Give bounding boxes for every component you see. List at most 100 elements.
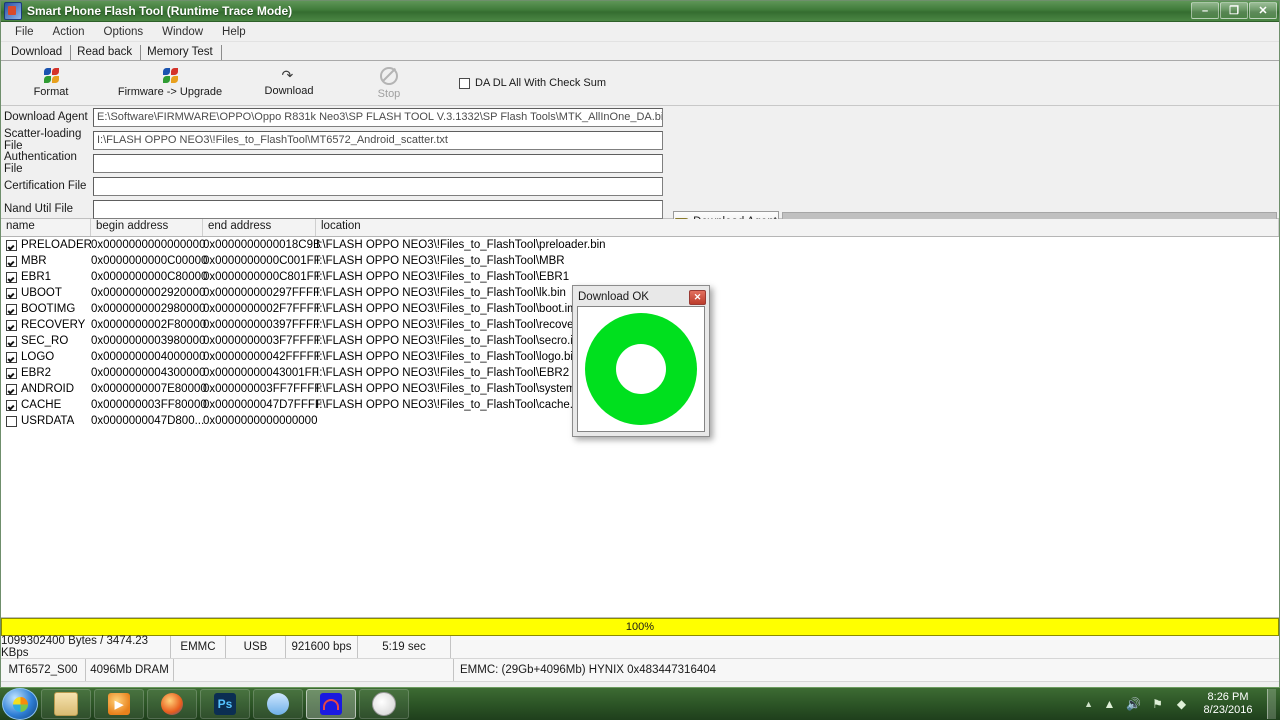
column-header-location[interactable]: location xyxy=(316,219,1279,236)
partition-checkbox[interactable] xyxy=(6,271,17,283)
start-button[interactable] xyxy=(2,688,38,720)
menu-item-file[interactable]: File xyxy=(7,24,42,40)
dialog-title: Download OK xyxy=(578,291,649,303)
stop-button[interactable]: Stop xyxy=(339,63,439,103)
stop-button-label: Stop xyxy=(377,87,401,100)
status-spare-cell xyxy=(451,636,1279,658)
begin-address-cell: 0x0000000007E80000 xyxy=(91,383,207,395)
partition-checkbox[interactable] xyxy=(6,239,17,251)
partition-checkbox[interactable] xyxy=(6,303,17,315)
menu-item-options[interactable]: Options xyxy=(96,24,152,40)
end-address-cell: 0x0000000003F7FFFF xyxy=(203,335,321,347)
certification-file-input[interactable] xyxy=(93,176,663,196)
main-toolbar: Format Firmware -> Upgrade ↷ Download St… xyxy=(1,61,1279,106)
taskbar-item-adobe-photoshop[interactable]: Ps xyxy=(200,689,250,719)
da-dl-checksum-option[interactable]: DA DL All With Check Sum xyxy=(459,77,606,89)
menu-item-window[interactable]: Window xyxy=(154,24,211,40)
partition-checkbox[interactable] xyxy=(6,399,17,411)
tab-memory-test[interactable]: Memory Test xyxy=(141,45,222,60)
begin-address-cell: 0x0000000000000000 xyxy=(91,239,206,251)
show-desktop-button[interactable] xyxy=(1267,689,1276,719)
partition-checkbox[interactable] xyxy=(6,287,17,299)
partition-checkbox[interactable] xyxy=(6,351,17,363)
partition-name-cell: LOGO xyxy=(1,351,91,363)
clock[interactable]: 8:26 PM 8/23/2016 xyxy=(1198,691,1258,717)
column-header-begin-address[interactable]: begin address xyxy=(91,219,203,236)
menu-item-help[interactable]: Help xyxy=(214,24,254,40)
begin-address-cell: 0x0000000002920000 xyxy=(91,287,206,299)
volume-icon[interactable]: 🔊 xyxy=(1126,697,1141,712)
partition-checkbox[interactable] xyxy=(6,383,17,395)
firmware-upgrade-button[interactable]: Firmware -> Upgrade xyxy=(101,63,239,103)
download-agent-input[interactable]: E:\Software\FIRMWARE\OPPO\Oppo R831k Neo… xyxy=(93,107,663,127)
status-dram: 4096Mb DRAM xyxy=(86,659,174,681)
begin-address-cell: 0x0000000047D800... xyxy=(91,415,205,427)
media-player-icon: ▶ xyxy=(108,693,130,715)
maximize-button[interactable]: ❐ xyxy=(1220,2,1248,19)
scatter-loading-input[interactable]: I:\FLASH OPPO NEO3\!Files_to_FlashTool\M… xyxy=(93,130,663,150)
show-hidden-icons-icon[interactable]: ▲ xyxy=(1084,699,1093,709)
partition-name-label: CACHE xyxy=(21,399,62,411)
location-cell: I:\FLASH OPPO NEO3\!Files_to_FlashTool\b… xyxy=(316,303,584,315)
nand-util-file-input[interactable] xyxy=(93,199,663,219)
table-row[interactable]: PRELOADER 0x0000000000000000 0x00000000000… xyxy=(1,237,1279,253)
partition-name-label: BOOTIMG xyxy=(21,303,76,315)
partition-name-cell: RECOVERY xyxy=(1,319,91,331)
end-address-cell: 0x00000000043001FF xyxy=(203,367,319,379)
taskbar-item-security-essentials[interactable] xyxy=(253,689,303,719)
download-button[interactable]: ↷ Download xyxy=(239,63,339,103)
drive-icon[interactable]: ◆ xyxy=(1174,697,1189,712)
format-button[interactable]: Format xyxy=(1,63,101,103)
menu-item-action[interactable]: Action xyxy=(45,24,93,40)
da-dl-checksum-label: DA DL All With Check Sum xyxy=(475,77,607,89)
status-bar-row-1: 1099302400 Bytes / 3474.23 KBps EMMC USB… xyxy=(1,635,1279,659)
table-row[interactable]: MBR 0x0000000000C00000 0x0000000000C001FF I… xyxy=(1,253,1279,269)
authentication-file-label: Authentication File xyxy=(4,151,77,175)
location-cell: I:\FLASH OPPO NEO3\!Files_to_FlashTool\s… xyxy=(316,383,598,395)
status-bar-row-2: MT6572_S00 4096Mb DRAM EMMC: (29Gb+4096M… xyxy=(1,659,1279,682)
partition-checkbox[interactable] xyxy=(6,255,17,267)
progress-percent-label: 100% xyxy=(625,621,655,633)
dialog-titlebar: Download OK ✕ xyxy=(575,288,707,306)
partition-checkbox[interactable] xyxy=(6,367,17,379)
da-dl-checksum-checkbox[interactable] xyxy=(459,77,470,89)
partition-checkbox[interactable] xyxy=(6,335,17,347)
minimize-button[interactable]: – xyxy=(1191,2,1219,19)
tab-read-back[interactable]: Read back xyxy=(71,45,142,60)
column-header-end-address[interactable]: end address xyxy=(203,219,316,236)
end-address-cell: 0x0000000000018C9B xyxy=(203,239,321,251)
location-cell: I:\FLASH OPPO NEO3\!Files_to_FlashTool\p… xyxy=(316,239,606,251)
taskbar-item-paint[interactable] xyxy=(359,689,409,719)
partition-checkbox[interactable] xyxy=(6,415,17,427)
windows-taskbar: ▶ Ps ▲ ▲ 🔊 ⚑ ◆ 8:26 PM 8/23/2016 xyxy=(0,687,1280,720)
table-row[interactable]: EBR1 0x0000000000C80000 0x0000000000C801FF… xyxy=(1,269,1279,285)
end-address-cell: 0x0000000000000000 xyxy=(203,415,318,427)
clock-time: 8:26 PM xyxy=(1207,691,1249,703)
partition-name-cell: BOOTIMG xyxy=(1,303,91,315)
mtk-flower-icon xyxy=(43,68,59,83)
partition-name-cell: UBOOT xyxy=(1,287,91,299)
taskbar-item-windows-media-player[interactable]: ▶ xyxy=(94,689,144,719)
authentication-file-input[interactable] xyxy=(93,153,663,173)
window-titlebar: Smart Phone Flash Tool (Runtime Trace Mo… xyxy=(1,1,1279,22)
location-cell: I:\FLASH OPPO NEO3\!Files_to_FlashTool\M… xyxy=(316,255,565,267)
tab-download[interactable]: Download xyxy=(5,45,72,60)
begin-address-cell: 0x0000000000C00000 xyxy=(91,255,208,267)
action-center-icon[interactable]: ⚑ xyxy=(1150,697,1165,712)
location-cell: I:\FLASH OPPO NEO3\!Files_to_FlashTool\c… xyxy=(316,399,592,411)
network-icon[interactable]: ▲ xyxy=(1102,697,1117,712)
end-address-cell: 0x000000000397FFFF xyxy=(203,319,320,331)
partition-name-cell: SEC_RO xyxy=(1,335,91,347)
partition-checkbox[interactable] xyxy=(6,319,17,331)
taskbar-item-sp-flash-tool[interactable] xyxy=(306,689,356,719)
column-header-name[interactable]: name xyxy=(1,219,91,236)
partition-name-label: ANDROID xyxy=(21,383,75,395)
status-connection: USB xyxy=(226,636,286,658)
taskbar-item-mozilla-firefox[interactable] xyxy=(147,689,197,719)
clock-date: 8/23/2016 xyxy=(1203,704,1253,716)
taskbar-item-windows-explorer[interactable] xyxy=(41,689,91,719)
dialog-close-icon[interactable]: ✕ xyxy=(689,289,706,305)
partition-name-cell: ANDROID xyxy=(1,383,91,395)
close-button[interactable]: ✕ xyxy=(1249,2,1277,19)
nand-util-file-label: Nand Util File xyxy=(4,203,74,215)
